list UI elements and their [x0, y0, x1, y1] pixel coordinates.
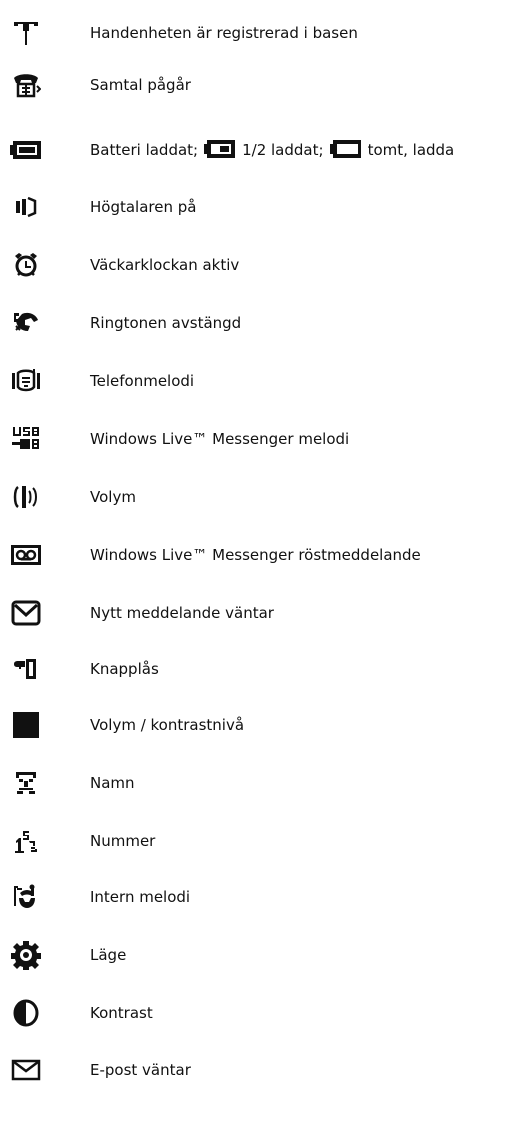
list-item: Väckarklockan aktiv	[0, 245, 517, 285]
item-label: Läge	[90, 946, 127, 964]
item-label: Namn	[90, 774, 135, 792]
item-label: Kontrast	[90, 1004, 153, 1022]
item-label: E-post väntar	[90, 1061, 191, 1079]
list-item: Handenheten är registrerad i basen	[0, 13, 517, 53]
list-item: Volym	[0, 477, 517, 517]
envelope-icon	[0, 593, 52, 633]
internal-melody-icon	[0, 877, 52, 917]
item-label: Knapplås	[90, 660, 159, 678]
list-item: Nytt meddelande väntar	[0, 593, 517, 633]
battery-empty-icon	[329, 139, 362, 159]
list-item: Namn	[0, 763, 517, 803]
level-block-icon	[0, 705, 52, 745]
list-item: Batteri laddat; 1/2 laddat; tomt, ladda	[0, 130, 517, 170]
battery-half-icon	[204, 139, 236, 159]
battery-half-text: 1/2 laddat;	[242, 141, 324, 159]
item-label: Ringtonen avstängd	[90, 314, 242, 332]
volume-icon	[0, 477, 52, 517]
ringer-off-icon	[0, 303, 52, 343]
item-label: Windows Live™ Messenger melodi	[90, 430, 350, 448]
item-label: Volym / kontrastnivå	[90, 716, 245, 734]
item-label: Nummer	[90, 832, 156, 850]
item-label: Volym	[90, 488, 136, 506]
list-item: Windows Live™ Messenger röstmeddelande	[0, 535, 517, 575]
phone-melody-icon	[0, 361, 52, 401]
battery-status-label: Batteri laddat; 1/2 laddat; tomt, ladda	[90, 130, 454, 170]
item-label: Intern melodi	[90, 888, 191, 906]
phone-call-icon	[0, 65, 52, 105]
list-item: Kontrast	[0, 993, 517, 1033]
number-icon	[0, 821, 52, 861]
list-item: Ringtonen avstängd	[0, 303, 517, 343]
list-item: Läge	[0, 935, 517, 975]
list-item: Telefonmelodi	[0, 361, 517, 401]
email-icon	[0, 1050, 52, 1090]
contrast-icon	[0, 993, 52, 1033]
item-label: Windows Live™ Messenger röstmeddelande	[90, 546, 421, 564]
battery-empty-text: tomt, ladda	[367, 141, 455, 159]
battery-full-text: Batteri laddat;	[90, 141, 199, 159]
battery-full-icon	[0, 130, 52, 170]
usb-icon	[0, 419, 52, 459]
list-item: Nummer	[0, 821, 517, 861]
item-label: Telefonmelodi	[90, 372, 195, 390]
item-label: Nytt meddelande väntar	[90, 604, 274, 622]
antenna-icon	[0, 13, 52, 53]
list-item: Volym / kontrastnivå	[0, 705, 517, 745]
alarm-clock-icon	[0, 245, 52, 285]
list-item: Intern melodi	[0, 877, 517, 917]
list-item: Windows Live™ Messenger melodi	[0, 419, 517, 459]
list-item: Knapplås	[0, 649, 517, 689]
list-item: Högtalaren på	[0, 187, 517, 227]
voicemail-icon	[0, 535, 52, 575]
keylock-icon	[0, 649, 52, 689]
mode-gear-icon	[0, 935, 52, 975]
item-label: Högtalaren på	[90, 198, 197, 216]
speaker-icon	[0, 187, 52, 227]
name-icon	[0, 763, 52, 803]
item-label: Väckarklockan aktiv	[90, 256, 240, 274]
list-item: Samtal pågår	[0, 65, 517, 105]
list-item: E-post väntar	[0, 1050, 517, 1090]
item-label: Samtal pågår	[90, 76, 191, 94]
item-label: Handenheten är registrerad i basen	[90, 24, 358, 42]
